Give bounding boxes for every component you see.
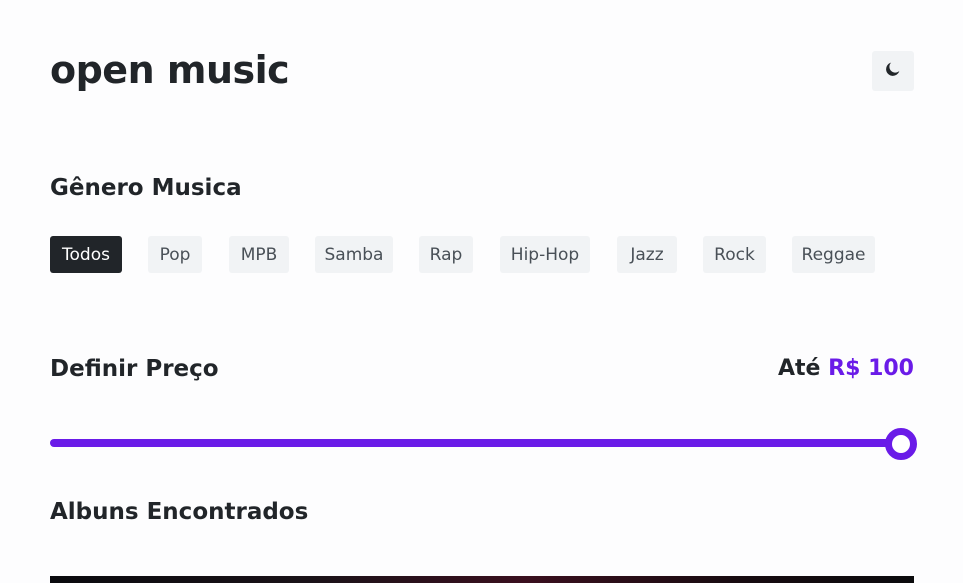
album-card-preview[interactable] <box>50 576 914 583</box>
albums-section-title: Albuns Encontrados <box>50 499 309 525</box>
app-title: open music <box>50 48 290 92</box>
moon-icon <box>884 60 902 82</box>
genre-chip-jazz[interactable]: Jazz <box>617 236 677 273</box>
genre-chip-hip-hop[interactable]: Hip-Hop <box>500 236 590 273</box>
genre-chip-rap[interactable]: Rap <box>419 236 473 273</box>
price-value: R$ 100 <box>828 356 914 381</box>
genre-chip-reggae[interactable]: Reggae <box>792 236 875 273</box>
price-max-label: Até R$ 100 <box>778 356 914 381</box>
price-slider-track[interactable] <box>50 439 901 447</box>
genre-chip-pop[interactable]: Pop <box>148 236 202 273</box>
genre-chip-mpb[interactable]: MPB <box>229 236 289 273</box>
genre-section-title: Gênero Musica <box>50 175 242 201</box>
theme-toggle-button[interactable] <box>872 51 914 91</box>
price-slider-thumb[interactable] <box>885 428 917 460</box>
page: open music Gênero Musica Todos Pop MPB S… <box>0 0 963 583</box>
genre-chip-samba[interactable]: Samba <box>315 236 393 273</box>
price-section-title: Definir Preço <box>50 356 219 382</box>
genre-chip-rock[interactable]: Rock <box>703 236 766 273</box>
genre-chip-todos[interactable]: Todos <box>50 236 122 273</box>
price-prefix: Até <box>778 356 821 381</box>
